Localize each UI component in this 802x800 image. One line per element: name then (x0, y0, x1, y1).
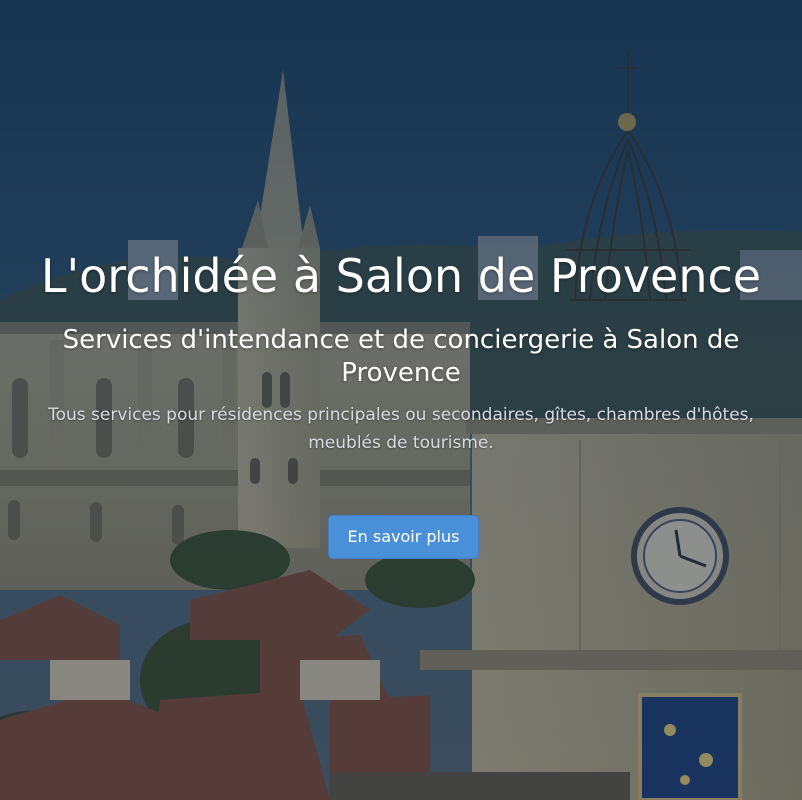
hero-overlay (0, 0, 802, 800)
learn-more-button[interactable]: En savoir plus (328, 515, 479, 559)
hero-title: L'orchidée à Salon de Provence (40, 249, 762, 303)
hero-subtitle: Services d'intendance et de conciergerie… (62, 325, 740, 388)
hero-section: L'orchidée à Salon de Provence Services … (0, 0, 802, 800)
hero-lead: Tous services pour résidences principale… (48, 405, 754, 453)
